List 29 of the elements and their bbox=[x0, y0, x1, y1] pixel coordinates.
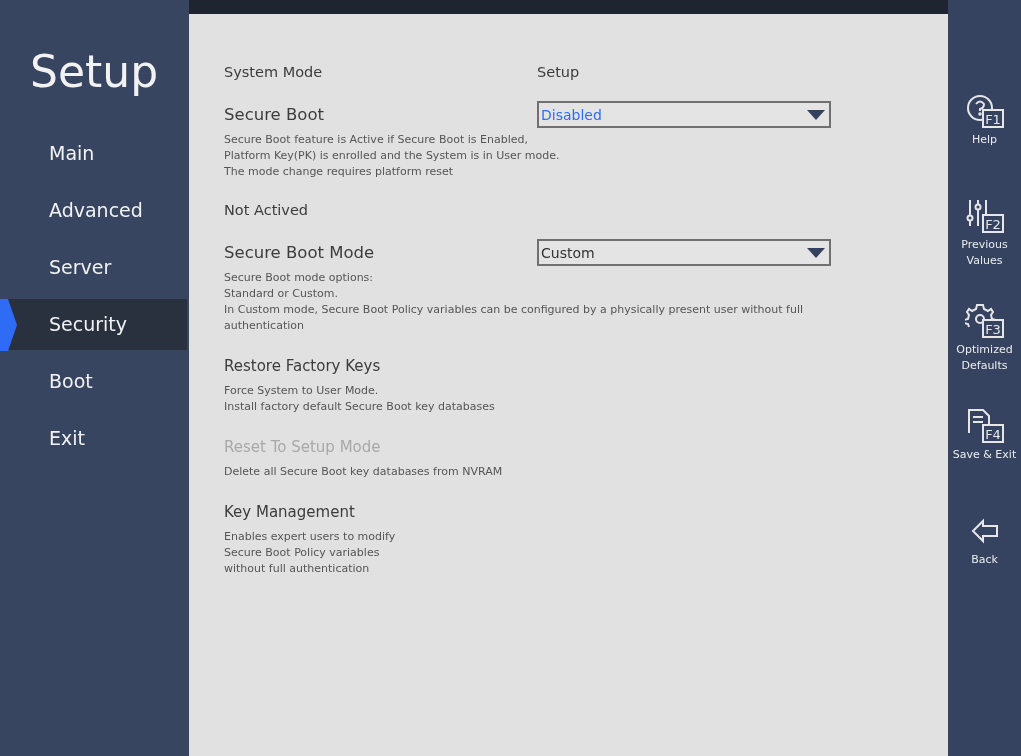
sidebar-item[interactable]: Exit bbox=[0, 413, 187, 464]
setting-value: Setup bbox=[537, 64, 580, 80]
menu-action[interactable]: Key Management bbox=[224, 503, 355, 521]
sidebar-item[interactable]: Advanced bbox=[0, 185, 187, 236]
sidebar-title: Setup bbox=[29, 45, 159, 99]
status-text: Not Actived bbox=[224, 202, 310, 218]
sidebar-item[interactable]: Server bbox=[0, 242, 187, 293]
selection-chevron-icon bbox=[0, 299, 17, 351]
setting-description: Enables expert users to modify Secure Boot Policy variables without full authentication bbox=[224, 529, 397, 577]
setting-label: Secure Boot Mode bbox=[224, 243, 376, 262]
setting-description: Force System to User Mode. Install factory default Secure Boot key databases bbox=[224, 383, 496, 415]
sidebar-item[interactable]: Boot bbox=[0, 356, 187, 407]
sidebar-item[interactable]: Main bbox=[0, 128, 187, 179]
hotkey-label: Help bbox=[971, 132, 998, 148]
setting-description: Delete all Secure Boot key databases from NVRAM bbox=[224, 464, 504, 480]
setting-description: Secure Boot mode options: Standard or Custom. In Custom mode, Secure Boot Policy variables can be configured by a physically present user without full authentication bbox=[224, 270, 805, 334]
dropdown[interactable]: Disabled bbox=[537, 101, 831, 128]
setting-label: System Mode bbox=[224, 64, 324, 80]
hotkey-label: Back bbox=[971, 552, 998, 568]
hotkey-label: Optimized Defaults bbox=[956, 342, 1013, 374]
dropdown-arrow-icon bbox=[807, 109, 825, 120]
menu-action[interactable]: Restore Factory Keys bbox=[224, 357, 381, 375]
dropdown[interactable]: Custom bbox=[537, 239, 831, 266]
hotkey-label: Save & Exit bbox=[952, 447, 1017, 463]
dropdown-arrow-icon bbox=[807, 247, 825, 258]
sidebar-item[interactable]: Security bbox=[0, 299, 187, 350]
setting-label: Secure Boot bbox=[224, 105, 325, 124]
hotkey-label: Previous Values bbox=[961, 237, 1008, 269]
setting-description: Secure Boot feature is Active if Secure Boot is Enabled, Platform Key(PK) is enrolled and the System is in User mode. The mode change requires platform reset bbox=[224, 132, 561, 180]
